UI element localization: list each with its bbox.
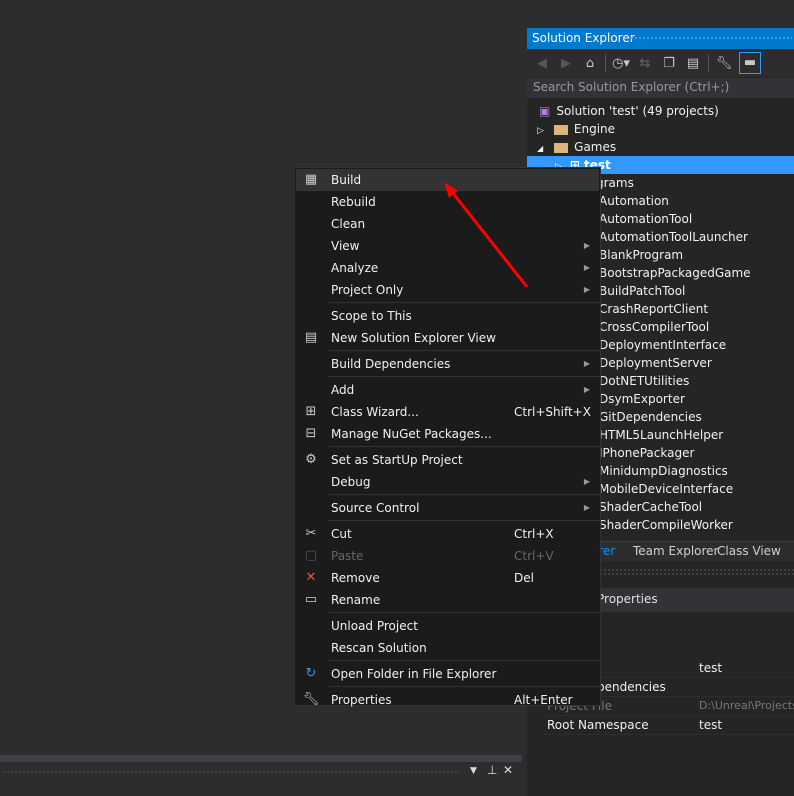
arrow-line	[450, 191, 529, 288]
annotation-arrow	[444, 182, 529, 288]
